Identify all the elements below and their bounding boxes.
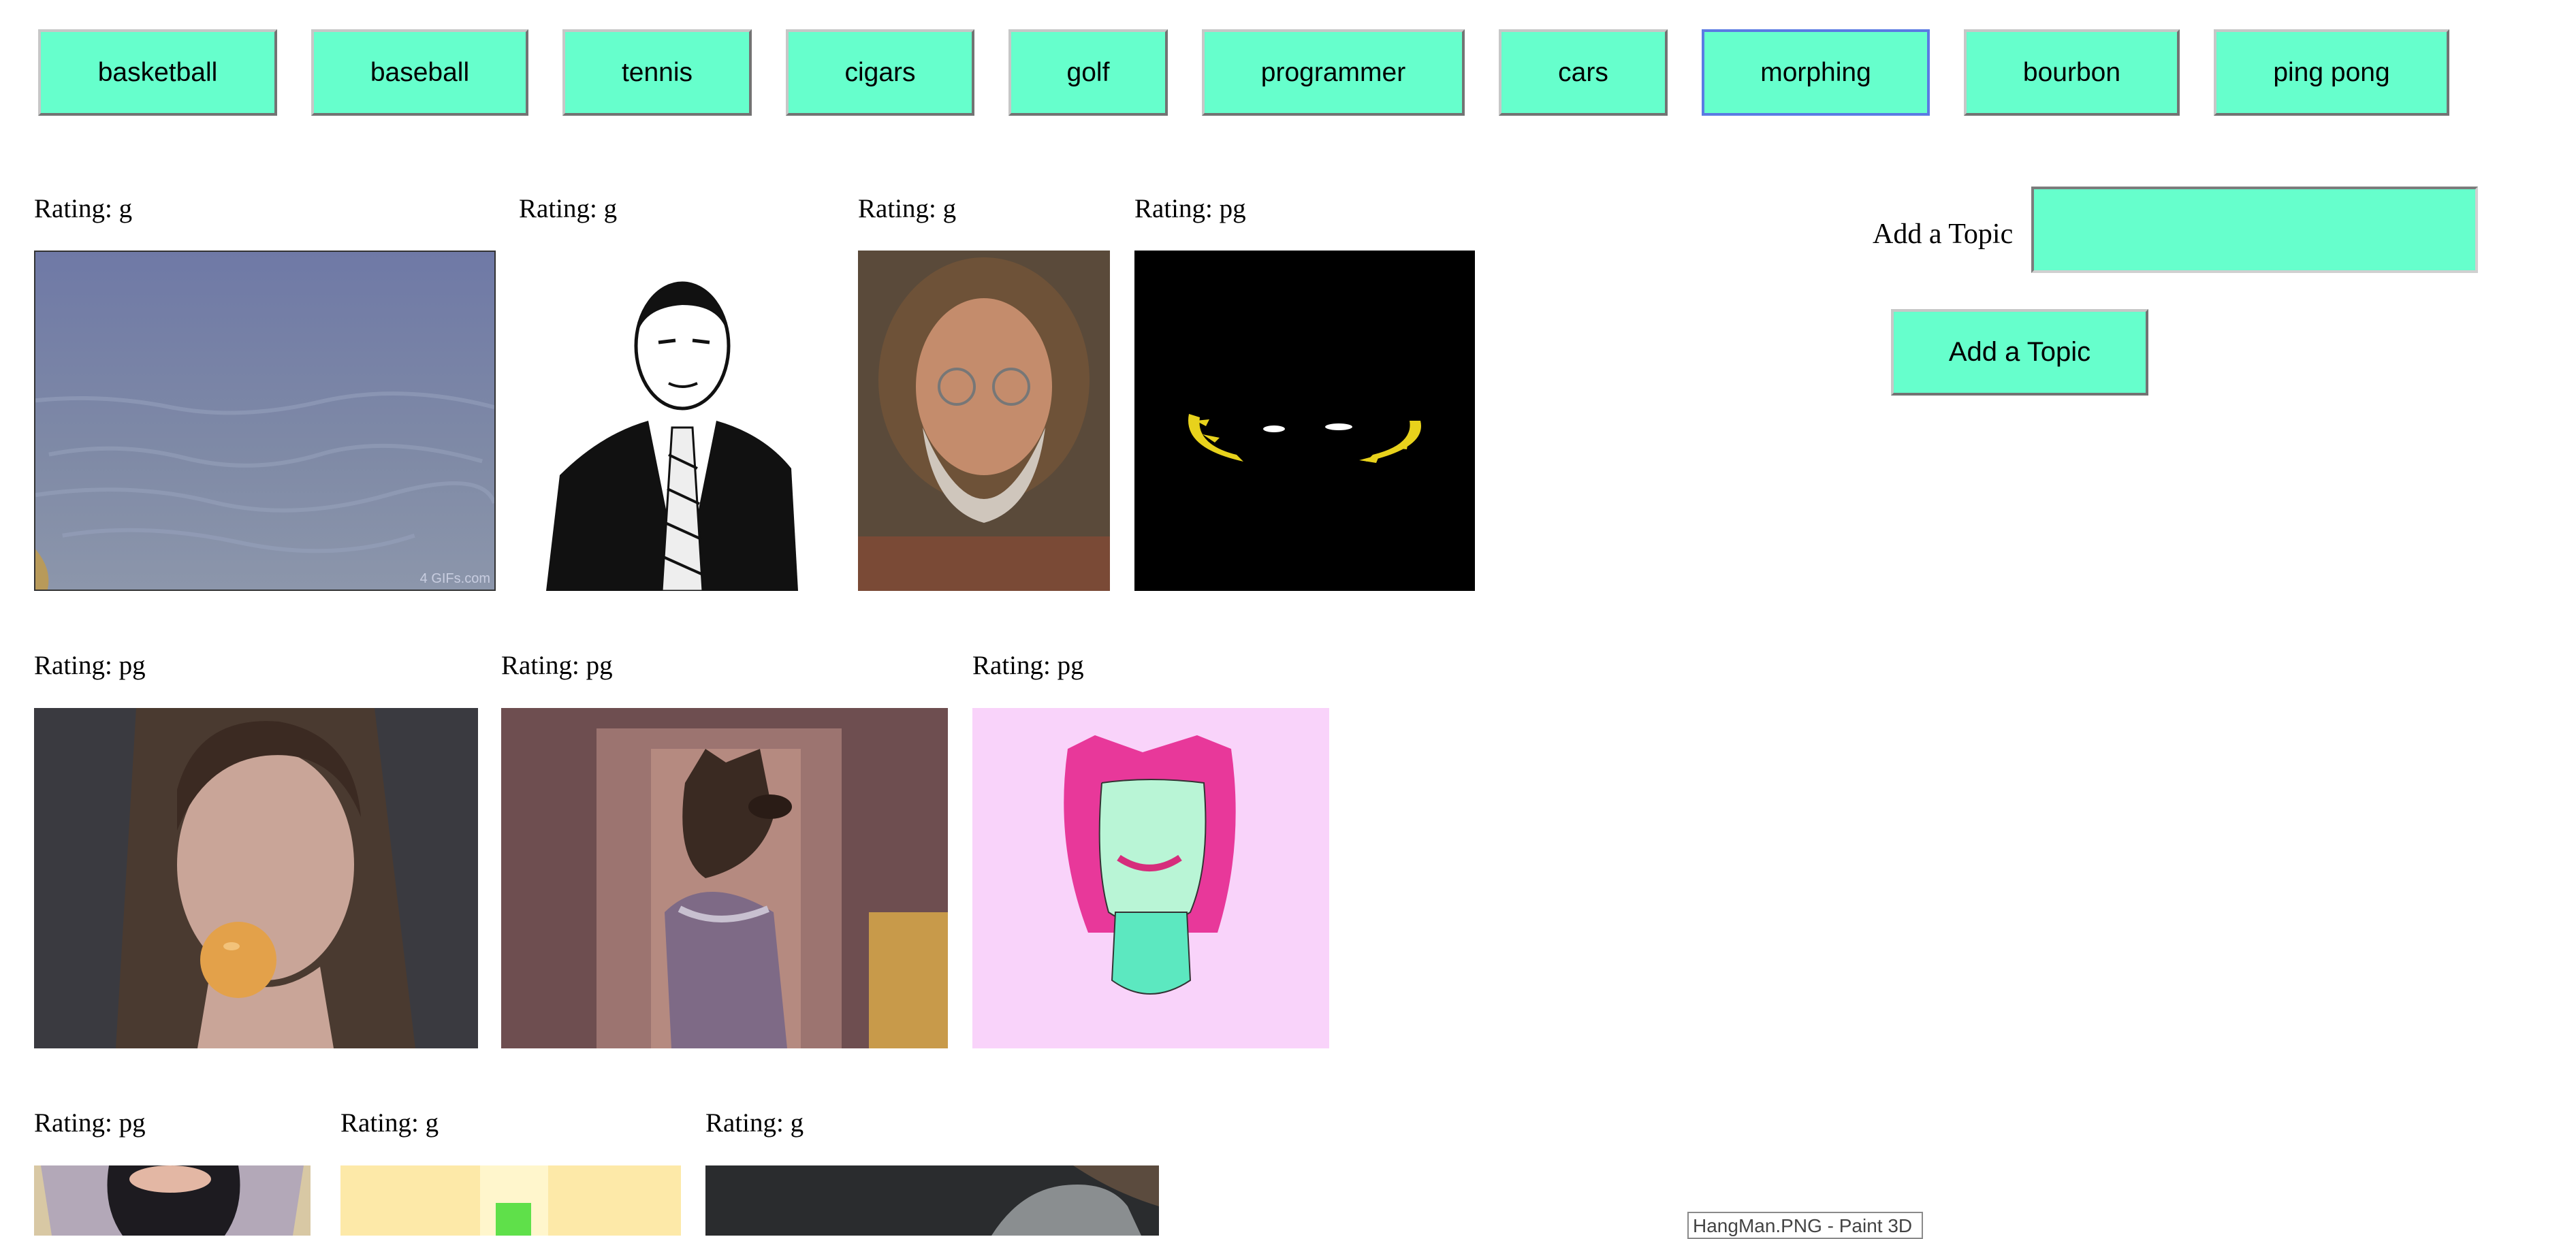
add-topic-label: Add a Topic bbox=[1873, 219, 2014, 250]
gif-image[interactable] bbox=[1134, 251, 1475, 591]
topic-button-cigars[interactable]: cigars bbox=[786, 29, 974, 116]
gif-image[interactable]: 4 GIFs.com bbox=[34, 251, 496, 591]
gif-image[interactable] bbox=[972, 708, 1329, 1048]
rating-label: Rating: pg bbox=[501, 651, 613, 680]
gif-image[interactable] bbox=[501, 708, 948, 1048]
gif-image[interactable] bbox=[858, 251, 1110, 591]
gif-image[interactable] bbox=[705, 1165, 1159, 1236]
taskbar-tooltip: HangMan.PNG - Paint 3D bbox=[1687, 1212, 1923, 1239]
topic-button-morphing[interactable]: morphing bbox=[1702, 29, 1930, 116]
add-topic-button[interactable]: Add a Topic bbox=[1891, 309, 2148, 396]
add-topic-input[interactable] bbox=[2031, 187, 2478, 273]
topic-button-baseball[interactable]: baseball bbox=[311, 29, 528, 116]
topic-button-ping-pong[interactable]: ping pong bbox=[2214, 29, 2449, 116]
gif-image[interactable] bbox=[34, 708, 478, 1048]
rating-label: Rating: g bbox=[858, 194, 957, 223]
rating-label: Rating: g bbox=[34, 194, 133, 223]
gif-image[interactable] bbox=[519, 251, 846, 591]
gif-image[interactable] bbox=[34, 1165, 311, 1236]
topic-button-programmer[interactable]: programmer bbox=[1202, 29, 1465, 116]
rating-label: Rating: pg bbox=[34, 1108, 146, 1138]
topic-button-basketball[interactable]: basketball bbox=[38, 29, 277, 116]
topic-button-cars[interactable]: cars bbox=[1499, 29, 1668, 116]
rating-label: Rating: pg bbox=[1134, 194, 1246, 223]
topic-button-golf[interactable]: golf bbox=[1008, 29, 1168, 116]
topic-button-bourbon[interactable]: bourbon bbox=[1964, 29, 2180, 116]
rating-label: Rating: g bbox=[519, 194, 618, 223]
gif-watermark: 4 GIFs.com bbox=[419, 571, 490, 586]
topic-button-tennis[interactable]: tennis bbox=[562, 29, 752, 116]
rating-label: Rating: pg bbox=[972, 651, 1084, 680]
gif-image[interactable] bbox=[340, 1165, 681, 1236]
rating-label: Rating: g bbox=[340, 1108, 439, 1138]
rating-label: Rating: pg bbox=[34, 651, 146, 680]
rating-label: Rating: g bbox=[705, 1108, 804, 1138]
